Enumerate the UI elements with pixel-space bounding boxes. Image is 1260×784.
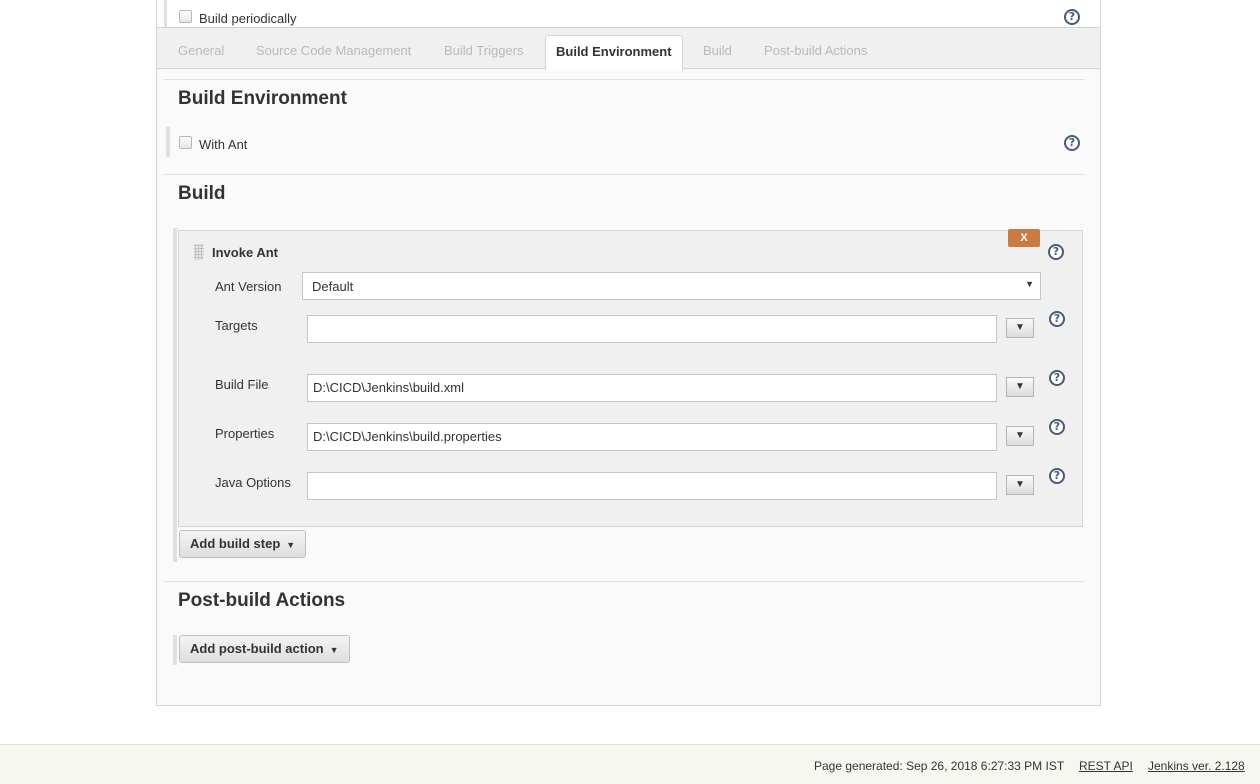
section-indent-bar bbox=[173, 635, 177, 665]
tab-source-code-management[interactable]: Source Code Management bbox=[256, 43, 411, 58]
add-build-step-label: Add build step bbox=[190, 536, 281, 551]
help-icon[interactable]: ? bbox=[1049, 311, 1065, 327]
chevron-down-icon: ▼ bbox=[1025, 279, 1034, 289]
help-icon[interactable]: ? bbox=[1064, 9, 1080, 25]
help-icon[interactable]: ? bbox=[1048, 244, 1064, 260]
properties-input[interactable]: D:\CICD\Jenkins\build.properties bbox=[307, 423, 997, 451]
ant-version-value: Default bbox=[312, 279, 354, 294]
dropdown-arrow-icon[interactable]: ▼ bbox=[1006, 475, 1034, 495]
with-ant-checkbox[interactable] bbox=[179, 136, 192, 149]
jenkins-version-link[interactable]: Jenkins ver. 2.128 bbox=[1148, 759, 1245, 773]
java-options-input[interactable] bbox=[307, 472, 997, 500]
build-periodically-label: Build periodically bbox=[199, 11, 297, 26]
job-config-panel: Build periodically ? General Source Code… bbox=[156, 0, 1101, 706]
divider bbox=[163, 79, 1085, 80]
post-build-actions-title: Post-build Actions bbox=[178, 590, 346, 611]
java-options-label: Java Options bbox=[215, 475, 291, 490]
targets-label: Targets bbox=[215, 318, 258, 333]
invoke-ant-step: Invoke Ant X ? Ant Version Default ▼ Tar… bbox=[178, 229, 1083, 527]
delete-step-button[interactable]: X bbox=[1008, 229, 1040, 247]
divider bbox=[163, 174, 1085, 175]
page-generated-text: Page generated: Sep 26, 2018 6:27:33 PM … bbox=[814, 759, 1065, 773]
config-tabbar: General Source Code Management Build Tri… bbox=[157, 27, 1100, 70]
drag-handle-icon[interactable] bbox=[194, 244, 204, 260]
build-title: Build bbox=[178, 183, 226, 204]
step-title: Invoke Ant bbox=[212, 245, 278, 260]
help-icon[interactable]: ? bbox=[1049, 419, 1065, 435]
chevron-down-icon: ▼ bbox=[286, 540, 296, 550]
add-post-build-action-label: Add post-build action bbox=[190, 641, 324, 656]
tab-post-build-actions[interactable]: Post-build Actions bbox=[764, 43, 867, 58]
dropdown-arrow-icon[interactable]: ▼ bbox=[1006, 377, 1034, 397]
build-periodically-checkbox[interactable] bbox=[179, 10, 192, 23]
with-ant-label: With Ant bbox=[199, 137, 248, 152]
ant-version-label: Ant Version bbox=[215, 279, 282, 294]
help-icon[interactable]: ? bbox=[1049, 468, 1065, 484]
help-icon[interactable]: ? bbox=[1064, 135, 1080, 151]
section-indent-bar bbox=[173, 228, 177, 562]
section-indent-bar bbox=[164, 0, 167, 27]
help-icon[interactable]: ? bbox=[1049, 370, 1065, 386]
build-environment-title: Build Environment bbox=[178, 88, 347, 109]
dropdown-arrow-icon[interactable]: ▼ bbox=[1006, 318, 1034, 338]
add-post-build-action-button[interactable]: Add post-build action ▼ bbox=[179, 635, 350, 663]
properties-label: Properties bbox=[215, 426, 275, 441]
ant-version-select[interactable]: Default ▼ bbox=[302, 272, 1041, 300]
tab-build[interactable]: Build bbox=[703, 43, 732, 58]
page-footer: Page generated: Sep 26, 2018 6:27:33 PM … bbox=[0, 744, 1260, 784]
targets-input[interactable] bbox=[307, 315, 997, 343]
build-periodically-row: Build periodically ? bbox=[157, 0, 1100, 27]
rest-api-link[interactable]: REST API bbox=[1079, 759, 1133, 773]
tab-general[interactable]: General bbox=[178, 43, 224, 58]
chevron-down-icon: ▼ bbox=[329, 645, 339, 655]
divider bbox=[163, 581, 1085, 582]
add-build-step-button[interactable]: Add build step ▼ bbox=[179, 530, 307, 558]
build-file-label: Build File bbox=[215, 377, 269, 392]
dropdown-arrow-icon[interactable]: ▼ bbox=[1006, 426, 1034, 446]
tab-build-triggers[interactable]: Build Triggers bbox=[444, 43, 523, 58]
tab-build-environment[interactable]: Build Environment bbox=[545, 35, 683, 70]
section-indent-bar bbox=[166, 127, 170, 157]
build-file-input[interactable]: D:\CICD\Jenkins\build.xml bbox=[307, 374, 997, 402]
